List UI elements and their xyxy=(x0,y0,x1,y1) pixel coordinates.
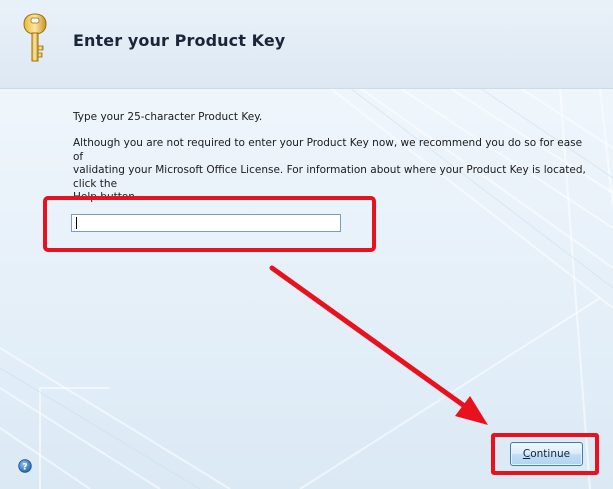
continue-highlight-box xyxy=(491,433,599,475)
header-band: Enter your Product Key xyxy=(0,0,613,89)
instruction-text: Type your 25-character Product Key. xyxy=(73,111,263,123)
description-text: Although you are not required to enter y… xyxy=(73,137,593,205)
input-highlight-box xyxy=(43,196,376,252)
product-key-dialog: Enter your Product Key Type your 25-char… xyxy=(0,0,613,489)
svg-text:?: ? xyxy=(22,463,27,473)
page-title: Enter your Product Key xyxy=(73,31,286,50)
key-icon xyxy=(23,13,47,62)
description-line-2: validating your Microsoft Office License… xyxy=(73,164,586,190)
description-line-1: Although you are not required to enter y… xyxy=(73,137,583,163)
help-icon[interactable]: ? xyxy=(18,459,32,473)
